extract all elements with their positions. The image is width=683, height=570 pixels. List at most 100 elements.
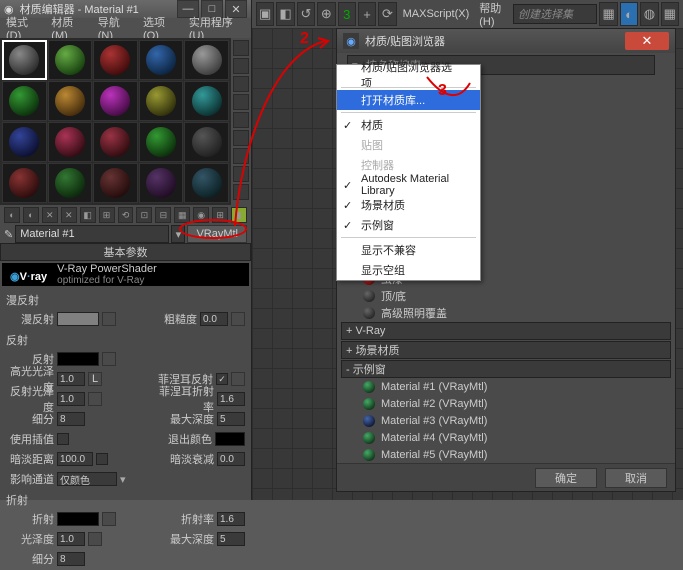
tool-icon[interactable]: ⊞ xyxy=(212,207,228,223)
side-tool-icon[interactable] xyxy=(233,184,249,200)
ctx-options[interactable]: 材质/贴图浏览器选项 xyxy=(337,65,480,85)
fresnel-lock-button[interactable] xyxy=(231,372,245,386)
tool-icon[interactable]: ⊡ xyxy=(136,207,152,223)
material-slot[interactable] xyxy=(48,40,93,80)
side-tool-icon[interactable] xyxy=(233,112,249,128)
material-slot[interactable] xyxy=(93,40,138,80)
dimfall-spinner[interactable]: 0.0 xyxy=(217,452,245,466)
tool-icon[interactable]: ⟲ xyxy=(118,207,134,223)
material-slot[interactable] xyxy=(48,81,93,121)
material-slot[interactable] xyxy=(93,81,138,121)
toolbar-icon[interactable]: ▦ xyxy=(599,2,617,26)
roughness-map-button[interactable] xyxy=(231,312,245,326)
tool-icon[interactable]: ◉ xyxy=(193,207,209,223)
diffuse-swatch[interactable] xyxy=(57,312,99,326)
selection-set-dropdown[interactable]: 创建选择集 xyxy=(513,4,597,24)
material-slot[interactable] xyxy=(139,81,184,121)
ctx-open-lib[interactable]: 打开材质库... xyxy=(337,90,480,110)
refr-subdiv-spinner[interactable]: 8 xyxy=(57,552,85,566)
sample-item[interactable]: Material #4 (VRayMtl) xyxy=(341,430,671,446)
tool-icon[interactable]: ✕ xyxy=(42,207,58,223)
toolbar-icon[interactable]: ⊕ xyxy=(317,2,335,26)
toolbar-icon[interactable]: ⟳ xyxy=(378,2,396,26)
mattype-item[interactable]: 高级照明覆盖 xyxy=(341,305,671,321)
material-slot[interactable] xyxy=(184,81,229,121)
material-slot[interactable] xyxy=(2,81,47,121)
side-tool-icon[interactable] xyxy=(233,40,249,56)
side-tool-icon[interactable] xyxy=(233,166,249,182)
menu-label[interactable]: 帮助(H) xyxy=(479,0,507,28)
dimdist-spinner[interactable]: 100.0 xyxy=(57,452,93,466)
material-slot[interactable] xyxy=(184,122,229,162)
material-slot[interactable] xyxy=(139,122,184,162)
ctx-controllers[interactable]: 控制器 xyxy=(337,155,480,175)
refr-gloss-spinner[interactable]: 1.0 xyxy=(57,532,85,546)
toolbar-icon[interactable]: ◧ xyxy=(276,2,294,26)
side-tool-icon[interactable] xyxy=(233,94,249,110)
ctx-sample[interactable]: ✓示例窗 xyxy=(337,215,480,235)
fresnel-ior-spinner[interactable]: 1.6 xyxy=(217,392,245,406)
toolbar-icon[interactable]: ◐ xyxy=(620,2,638,26)
toolbar-icon[interactable]: + xyxy=(358,2,376,26)
toolbar-icon[interactable]: ▦ xyxy=(661,2,679,26)
toolbar-icon[interactable]: ↺ xyxy=(297,2,315,26)
sample-item[interactable]: Material #1 (VRayMtl) xyxy=(341,379,671,395)
tool-icon[interactable]: ◐ xyxy=(4,207,20,223)
rollout-vray[interactable]: + V-Ray xyxy=(341,322,671,339)
material-slot[interactable] xyxy=(93,163,138,203)
material-slot[interactable] xyxy=(2,122,47,162)
material-name-field[interactable]: Material #1 xyxy=(15,225,169,243)
exitcolor-swatch[interactable] xyxy=(215,432,245,446)
toolbar-icon[interactable]: ▣ xyxy=(256,2,274,26)
ior-spinner[interactable]: 1.6 xyxy=(217,512,245,526)
tool-icon[interactable]: ◐ xyxy=(23,207,39,223)
reflect-swatch[interactable] xyxy=(57,352,99,366)
fresnel-checkbox[interactable]: ✓ xyxy=(216,373,228,385)
rollout-sample[interactable]: - 示例窗 xyxy=(341,360,671,378)
tool-icon[interactable]: ⊟ xyxy=(155,207,171,223)
material-slot[interactable] xyxy=(184,40,229,80)
useinterp-checkbox[interactable] xyxy=(57,433,69,445)
toolbar-icon[interactable]: ◍ xyxy=(640,2,658,26)
name-dropdown[interactable]: ▾ xyxy=(171,225,185,243)
material-slot[interactable] xyxy=(48,163,93,203)
rollout-scene[interactable]: + 场景材质 xyxy=(341,341,671,359)
refract-swatch[interactable] xyxy=(57,512,99,526)
reflect-map-button[interactable] xyxy=(102,352,116,366)
material-slot[interactable] xyxy=(139,163,184,203)
material-slot[interactable] xyxy=(2,163,47,203)
sample-item[interactable]: Material #5 (VRayMtl) xyxy=(341,447,671,463)
material-slot[interactable] xyxy=(2,40,47,80)
refr-maxdepth-spinner[interactable]: 5 xyxy=(217,532,245,546)
tool-icon[interactable]: ◧ xyxy=(80,207,96,223)
sample-item[interactable]: Material #3 (VRayMtl) xyxy=(341,413,671,429)
diffuse-map-button[interactable] xyxy=(102,312,116,326)
material-slot[interactable] xyxy=(184,163,229,203)
ctx-empty[interactable]: 显示空组 xyxy=(337,260,480,280)
dimdist-checkbox[interactable] xyxy=(96,453,108,465)
affect-dropdown[interactable]: 仅颜色 xyxy=(57,472,117,486)
ctx-materials[interactable]: ✓材质 xyxy=(337,115,480,135)
ctx-autodesk[interactable]: ✓Autodesk Material Library xyxy=(337,175,480,195)
tool-icon[interactable]: ⊞ xyxy=(99,207,115,223)
tool-icon[interactable]: ✕ xyxy=(61,207,77,223)
sample-item[interactable]: Material #2 (VRayMtl) xyxy=(341,396,671,412)
material-slot[interactable] xyxy=(93,122,138,162)
tool-icon[interactable]: ▮ xyxy=(231,207,247,223)
close-button[interactable]: ✕ xyxy=(625,32,669,50)
side-tool-icon[interactable] xyxy=(233,76,249,92)
refl-gloss-spinner[interactable]: 1.0 xyxy=(57,392,85,406)
ok-button[interactable]: 确定 xyxy=(535,468,597,488)
material-slot[interactable] xyxy=(48,122,93,162)
subdiv-spinner[interactable]: 8 xyxy=(57,412,85,426)
refract-map-button[interactable] xyxy=(102,512,116,526)
cancel-button[interactable]: 取消 xyxy=(605,468,667,488)
material-type-button[interactable]: VRayMtl xyxy=(187,225,247,243)
refl-gloss-map[interactable] xyxy=(88,392,102,406)
l-button[interactable]: L xyxy=(88,372,102,386)
ctx-scene[interactable]: ✓场景材质 xyxy=(337,195,480,215)
material-slot[interactable] xyxy=(139,40,184,80)
menu-label[interactable]: MAXScript(X) xyxy=(403,8,470,20)
tool-icon[interactable]: ▦ xyxy=(174,207,190,223)
side-tool-icon[interactable] xyxy=(233,130,249,146)
